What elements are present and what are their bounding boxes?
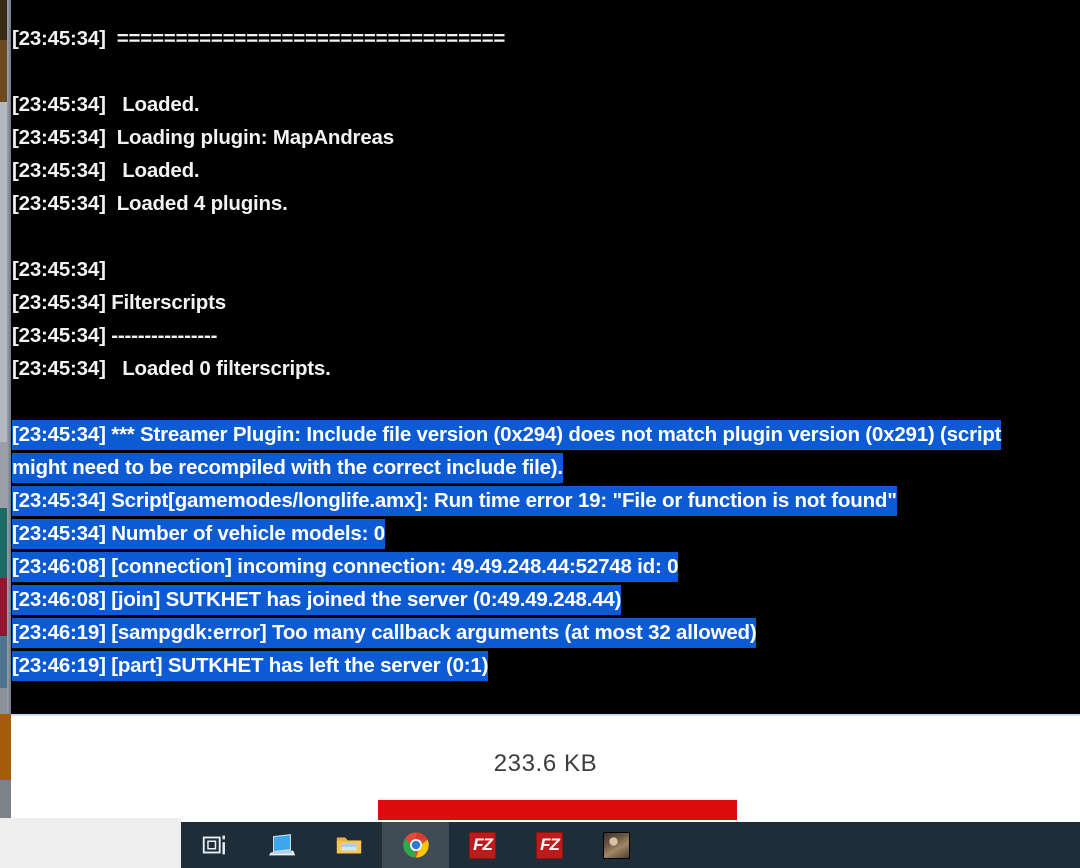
taskbar-item-this-pc[interactable]	[248, 822, 315, 868]
selected-text: might need to be recompiled with the cor…	[12, 453, 563, 483]
console-line-player-join[interactable]: [23:46:08] [join] SUTKHET has joined the…	[11, 583, 1080, 616]
console-line-ts-only[interactable]: [23:45:34]	[11, 253, 1080, 286]
console-line-sep-dashes[interactable]: [23:45:34] ----------------	[11, 319, 1080, 352]
taskbar-item-photo[interactable]	[583, 822, 650, 868]
console-line-blank-3[interactable]	[11, 385, 1080, 418]
selected-text: [23:45:34] Number of vehicle models: 0	[12, 519, 385, 549]
download-panel: 233.6 KB	[11, 714, 1080, 820]
console-line-loaded-2[interactable]: [23:45:34] Loaded.	[11, 154, 1080, 187]
task-view-icon	[202, 835, 225, 855]
edge-segment-orange	[0, 714, 11, 780]
taskbar[interactable]: FZ FZ	[181, 822, 1080, 868]
filezilla-icon: FZ	[536, 831, 563, 859]
console-line-streamer-warn-1[interactable]: [23:45:34] *** Streamer Plugin: Include …	[11, 418, 1080, 451]
photo-thumbnail-icon	[603, 831, 630, 859]
taskbar-item-explorer[interactable]	[315, 822, 382, 868]
filezilla-icon: FZ	[469, 831, 496, 859]
bottom-left-strip	[0, 818, 181, 868]
file-size-label: 233.6 KB	[493, 750, 598, 777]
desktop-edge-strip	[0, 0, 11, 714]
folder-icon	[336, 837, 361, 854]
taskbar-item-filezilla-1[interactable]: FZ	[449, 822, 516, 868]
console-line-blank-2[interactable]	[11, 220, 1080, 253]
selected-text: [23:45:34] *** Streamer Plugin: Include …	[12, 420, 1001, 450]
chrome-icon	[402, 832, 429, 858]
console-log-list: [23:45:34] =============================…	[11, 0, 1080, 682]
edge-segment-gray-4	[0, 780, 11, 818]
console-line-loaded-fs[interactable]: [23:45:34] Loaded 0 filterscripts.	[11, 352, 1080, 385]
selected-text: [23:46:19] [part] SUTKHET has left the s…	[12, 651, 488, 681]
selected-text: [23:46:08] [connection] incoming connect…	[12, 552, 679, 582]
download-progress-bar[interactable]	[378, 798, 737, 820]
console-line-player-part[interactable]: [23:46:19] [part] SUTKHET has left the s…	[11, 649, 1080, 682]
console-line-loaded-plugins[interactable]: [23:45:34] Loaded 4 plugins.	[11, 187, 1080, 220]
taskbar-item-chrome[interactable]	[382, 822, 449, 868]
console-line-blank-1[interactable]	[11, 55, 1080, 88]
selected-text: [23:46:08] [join] SUTKHET has joined the…	[12, 585, 621, 615]
selected-text: [23:45:34] Script[gamemodes/longlife.amx…	[12, 486, 897, 516]
console-line-streamer-warn-2[interactable]: might need to be recompiled with the cor…	[11, 451, 1080, 484]
console-line-loaded-1[interactable]: [23:45:34] Loaded.	[11, 88, 1080, 121]
console-line-incoming-conn[interactable]: [23:46:08] [connection] incoming connect…	[11, 550, 1080, 583]
taskbar-item-task-view[interactable]	[181, 822, 248, 868]
laptop-icon	[268, 834, 295, 856]
console-line-loading-plugin[interactable]: [23:45:34] Loading plugin: MapAndreas	[11, 121, 1080, 154]
console-line-sampgdk-error[interactable]: [23:46:19] [sampgdk:error] Too many call…	[11, 616, 1080, 649]
console-line-vehicle-models[interactable]: [23:45:34] Number of vehicle models: 0	[11, 517, 1080, 550]
server-console-window[interactable]: [23:45:34] =============================…	[11, 0, 1080, 714]
taskbar-item-filezilla-2[interactable]: FZ	[516, 822, 583, 868]
console-line-filterscripts[interactable]: [23:45:34] Filterscripts	[11, 286, 1080, 319]
console-line-runtime-error[interactable]: [23:45:34] Script[gamemodes/longlife.amx…	[11, 484, 1080, 517]
console-line-sep-top[interactable]: [23:45:34] =============================…	[11, 22, 1080, 55]
screen: [23:45:34] =============================…	[0, 0, 1080, 868]
selected-text: [23:46:19] [sampgdk:error] Too many call…	[12, 618, 757, 648]
